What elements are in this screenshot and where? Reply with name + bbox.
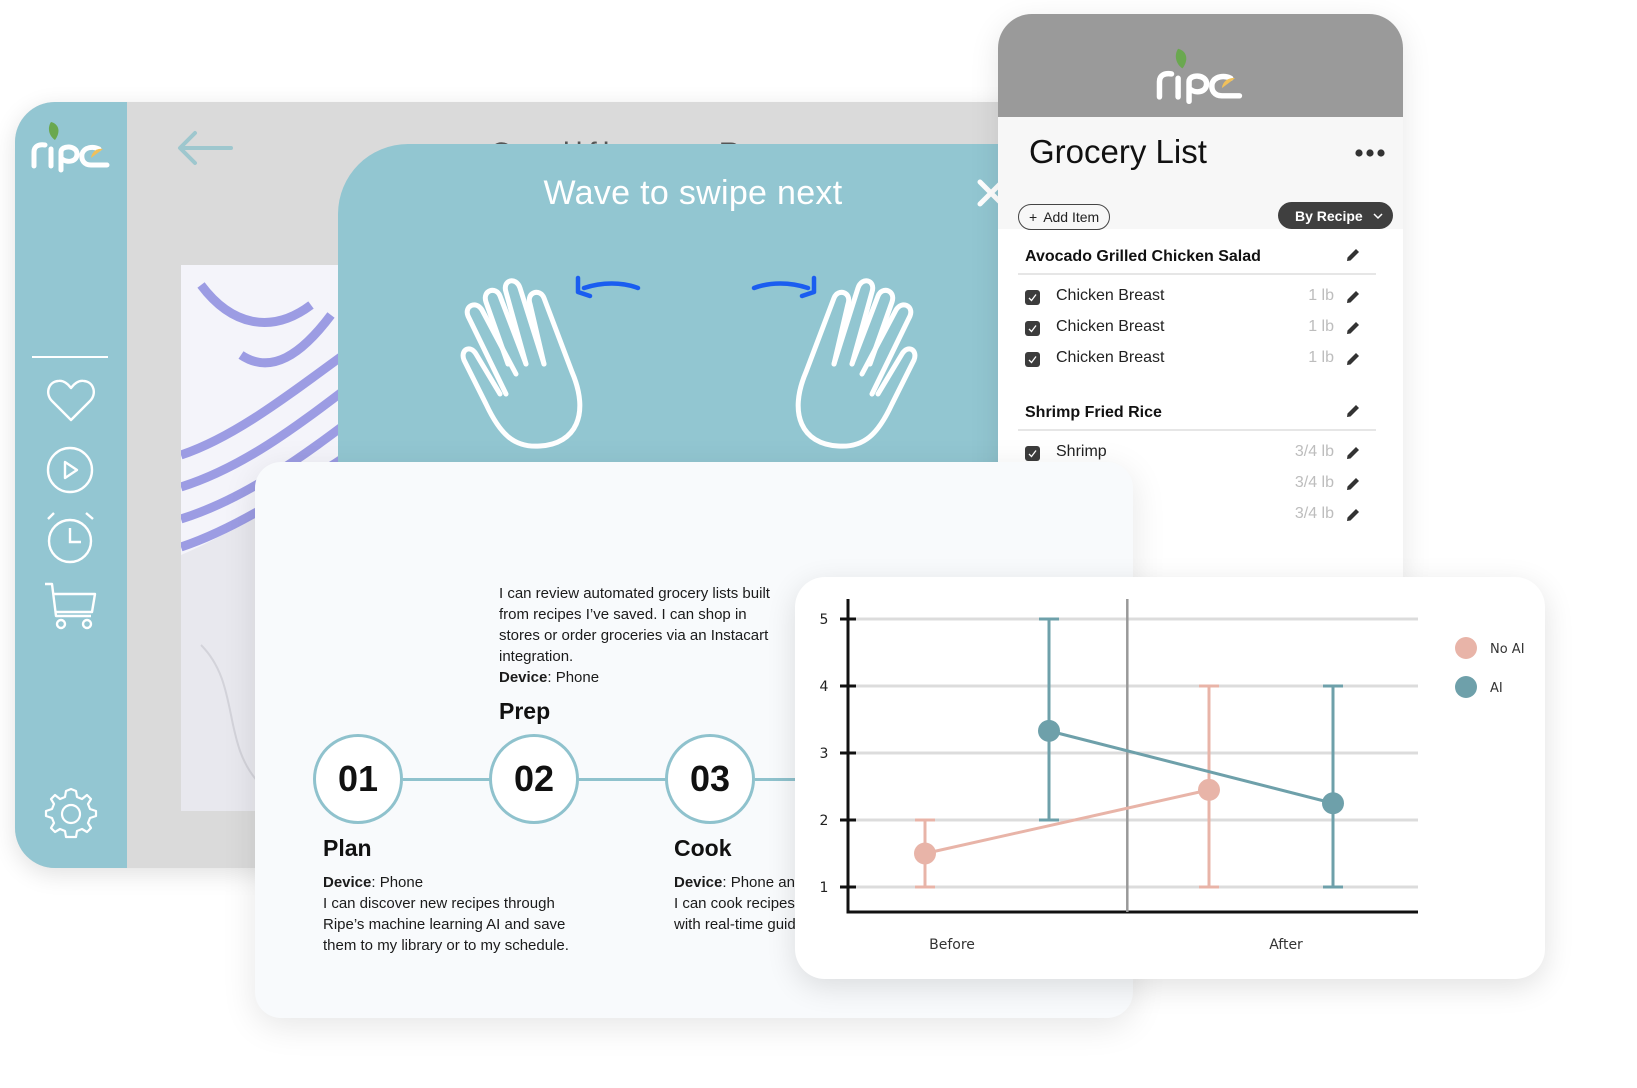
item-quantity: 1 lb [1308,349,1334,366]
back-arrow-icon[interactable] [175,128,235,168]
grocery-item: Chicken Breast 1 lb [1025,316,1365,340]
step-connector [403,778,491,781]
item-checkbox[interactable] [1025,352,1040,367]
item-quantity: 3/4 lb [1294,443,1334,460]
edit-pencil-icon[interactable] [1345,507,1361,523]
gesture-modal: Wave to swipe next [338,144,1038,484]
series-line-no-ai [924,788,1210,855]
data-point [914,842,936,865]
recipe-name: Avocado Grilled Chicken Salad [1025,248,1261,265]
cart-icon[interactable] [43,580,99,636]
step-title-prep: Prep [499,698,551,724]
recipe-section-header: Shrimp Fried Rice [1018,399,1376,431]
y-tick-label: 3 [820,746,829,762]
chart-card: 1 2 3 4 5 Before After No AI AI [795,577,1545,979]
plan-text: I can discover new recipes through Ripe’… [323,895,569,954]
edit-pencil-icon[interactable] [1345,476,1361,492]
item-quantity: 3/4 lb [1294,505,1334,522]
grocery-item: Chicken Breast 1 lb [1025,347,1365,371]
swipe-left-arrow-icon [575,275,641,299]
recipe-name: Shrimp Fried Rice [1025,404,1162,421]
data-point [1038,719,1060,742]
edit-pencil-icon[interactable] [1345,247,1361,263]
add-item-button[interactable]: + Add Item [1018,204,1111,230]
step-title-cook: Cook [674,835,732,861]
item-name: Chicken Breast [1056,318,1165,335]
step-connector [579,778,667,781]
plan-device-label: Device [323,874,372,891]
error-bar-chart: 1 2 3 4 5 Before After No AI AI [820,599,1525,953]
item-quantity: 1 lb [1308,318,1334,335]
legend-label: AI [1490,681,1503,696]
item-quantity: 3/4 lb [1294,474,1334,491]
step-03[interactable]: 03 [665,734,755,824]
cook-device: : Phone and [722,874,804,891]
legend-marker [1455,676,1477,698]
ripe-logo [31,122,110,173]
sort-by-dropdown[interactable]: By Recipe [1278,202,1393,229]
item-name: Chicken Breast [1056,349,1165,366]
data-point [1322,792,1344,815]
grocery-toolbar: Grocery List + Add Item By Recipe [998,117,1403,230]
item-name: Chicken Breast [1056,287,1165,304]
legend-label: No AI [1490,642,1525,657]
y-tick-label: 4 [820,679,829,695]
edit-pencil-icon[interactable] [1345,320,1361,336]
phone-header [998,14,1403,117]
play-icon[interactable] [43,442,99,498]
item-checkbox[interactable] [1025,446,1040,461]
y-tick-label: 5 [820,612,829,628]
sidebar-divider [32,356,108,358]
item-checkbox[interactable] [1025,321,1040,336]
prep-text: I can review automated grocery lists bui… [499,585,770,665]
ripe-logo [1156,48,1243,105]
plan-device: : Phone [371,874,424,891]
step-01[interactable]: 01 [313,734,403,824]
edit-pencil-icon[interactable] [1345,403,1361,419]
prep-device: : Phone [547,669,600,686]
heart-icon[interactable] [43,372,99,428]
step-title-plan: Plan [323,835,372,861]
sidebar [15,102,127,868]
alarm-clock-icon[interactable] [43,510,99,566]
edit-pencil-icon[interactable] [1345,289,1361,305]
gesture-title: Wave to swipe next [543,174,843,212]
x-tick-label: After [1269,937,1303,953]
edit-pencil-icon[interactable] [1345,445,1361,461]
add-item-label: Add Item [1043,209,1100,225]
sort-by-label: By Recipe [1295,207,1363,224]
data-point [1198,778,1220,801]
item-quantity: 1 lb [1308,287,1334,304]
prep-description: I can review automated grocery lists bui… [499,583,789,688]
more-options-icon[interactable] [1354,147,1386,159]
page-title: Grocery List [1029,133,1207,170]
swipe-right-arrow-icon [751,275,817,299]
cook-device-label: Device [674,874,723,891]
plus-icon: + [1029,209,1038,225]
step-02[interactable]: 02 [489,734,579,824]
y-tick-label: 1 [820,880,829,896]
item-name: Shrimp [1056,443,1107,460]
legend-marker [1455,637,1477,659]
chevron-down-icon [1373,212,1383,219]
recipe-section-header: Avocado Grilled Chicken Salad [1018,243,1376,275]
x-tick-label: Before [929,937,975,953]
item-checkbox[interactable] [1025,290,1040,305]
edit-pencil-icon[interactable] [1345,351,1361,367]
y-tick-label: 2 [820,813,829,829]
plan-description: Device: Phone I can discover new recipes… [323,872,593,956]
grocery-item: Chicken Breast 1 lb [1025,285,1365,309]
gear-icon[interactable] [43,785,99,841]
prep-device-label: Device [499,669,548,686]
